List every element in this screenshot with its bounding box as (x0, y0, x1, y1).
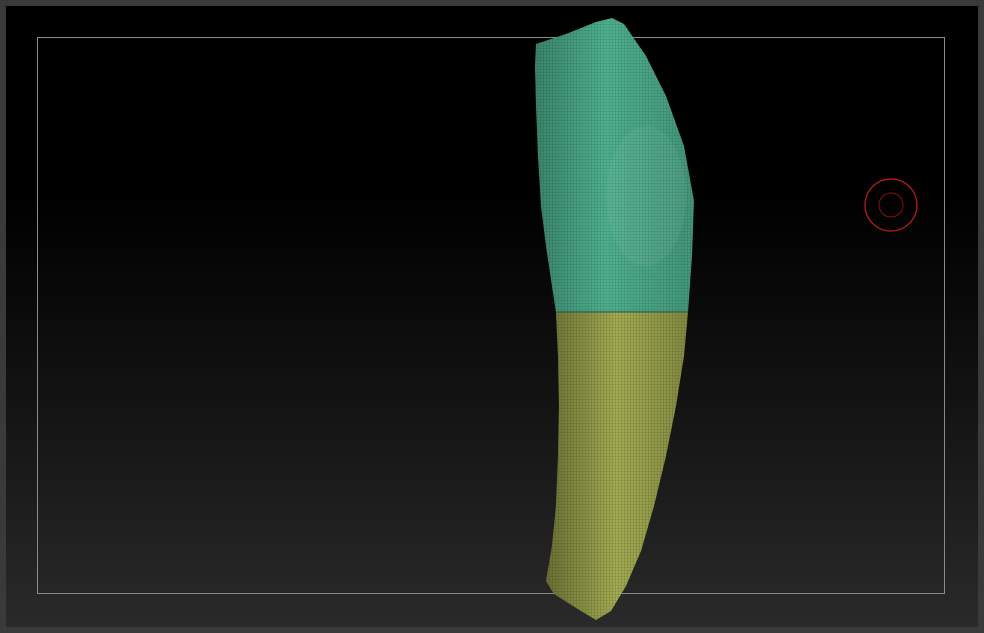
sculpt-mesh[interactable] (6, 6, 978, 627)
canvas-viewport[interactable] (6, 6, 978, 627)
surface-highlight (606, 126, 686, 266)
brush-cursor-icon (864, 178, 918, 232)
polygroup-lower-shading (546, 312, 688, 620)
app-frame (0, 0, 984, 633)
